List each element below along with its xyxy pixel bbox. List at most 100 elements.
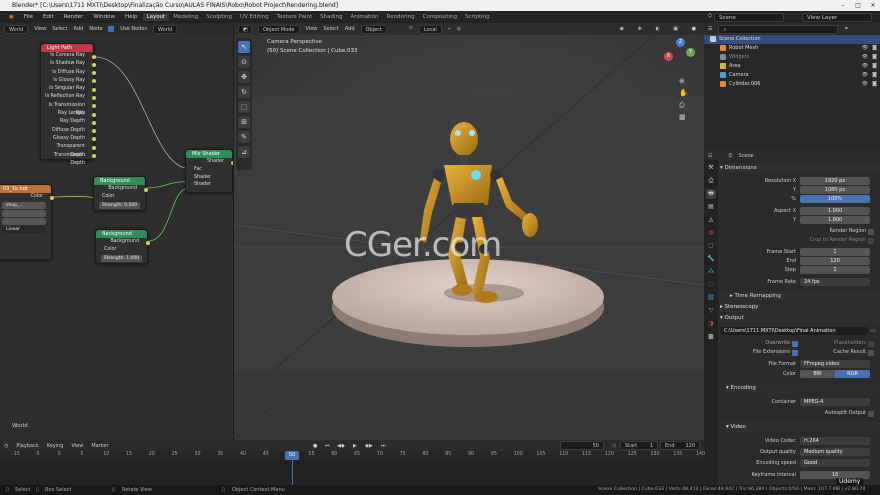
xray-icon[interactable]: ▣ <box>673 26 678 32</box>
encoding-speed-dropdown[interactable]: Good <box>800 459 870 467</box>
outliner-item[interactable]: Camera 👁 ◙ <box>704 71 880 80</box>
view-layer-selector[interactable]: View Layer <box>802 12 872 22</box>
environment-texture-node[interactable]: 03_1k.hdr Color shop_... Linear <box>0 184 54 260</box>
eye-icon[interactable]: 👁 <box>862 44 868 53</box>
filter-icon[interactable]: ⏷ <box>844 26 848 32</box>
color-rgb-button[interactable]: RGB <box>835 370 870 378</box>
eye-icon[interactable]: 👁 <box>862 71 868 80</box>
output-quality-dropdown[interactable]: Medium quality <box>800 448 870 456</box>
render-toggle-icon[interactable]: ◙ <box>872 62 877 71</box>
tab-sculpting[interactable]: Sculpting <box>202 13 236 21</box>
timeline-editor-icon[interactable]: ◷ <box>4 443 8 449</box>
view-layer-tab-icon[interactable]: ▤ <box>706 202 716 212</box>
resolution-pct-field[interactable]: 100% <box>800 195 870 203</box>
next-key-icon[interactable]: ◆▶ <box>365 443 373 449</box>
video-section[interactable]: ▾ Video <box>720 422 880 432</box>
marker-menu[interactable]: Marker <box>91 443 108 449</box>
jump-end-icon[interactable]: ⏭ <box>381 443 386 449</box>
physics-tab-icon[interactable]: ◌ <box>706 280 716 290</box>
aspect-x-field[interactable]: 1.000 <box>800 207 870 215</box>
timeline-track-area[interactable]: -15 -5 0 5 10 15 20 25 30 35 40 45 50 55 60 65 70 75 80 85 9… <box>0 451 705 485</box>
placeholders-checkbox[interactable] <box>868 340 874 347</box>
cache-result-checkbox[interactable] <box>868 349 874 356</box>
viewport-add-menu[interactable]: Add <box>345 26 355 32</box>
node-view-menu[interactable]: View <box>34 26 46 32</box>
outliner-editor-icon[interactable]: ☰ <box>708 26 712 32</box>
eye-icon[interactable]: 👁 <box>862 80 868 89</box>
menu-help[interactable]: Help <box>120 14 143 20</box>
viewport-select-menu[interactable]: Select <box>323 26 338 32</box>
render-toggle-icon[interactable]: ◙ <box>872 53 877 62</box>
3d-viewport[interactable]: Camera Perspective (50) Scene Collection… <box>234 35 704 370</box>
node-select-menu[interactable]: Select <box>52 26 67 32</box>
time-remapping-section[interactable]: ▸ Time Remapping <box>720 291 880 301</box>
menu-file[interactable]: File <box>19 14 38 20</box>
visibility-icon[interactable]: ◉ <box>620 26 624 32</box>
image-name-field[interactable]: shop_... <box>2 202 46 210</box>
aspect-y-field[interactable]: 1.000 <box>800 216 870 224</box>
gizmo-x-axis[interactable]: X <box>664 52 673 61</box>
file-format-dropdown[interactable]: FFmpeg video <box>800 360 870 368</box>
timeline-view-menu[interactable]: View <box>71 443 83 449</box>
editor-type-icon[interactable]: ◩ <box>238 24 252 34</box>
render-tab-icon[interactable]: ⎙ <box>706 176 716 186</box>
move-tool-icon[interactable]: ✥ <box>238 71 250 83</box>
crop-region-checkbox[interactable] <box>868 237 874 244</box>
outliner-item[interactable]: Cylinder.006 👁 ◙ <box>704 80 880 89</box>
outliner-item[interactable]: Robot Mesh 👁 ◙ <box>704 44 880 53</box>
frame-step-field[interactable]: 1 <box>800 266 870 274</box>
outliner-item[interactable]: Area 👁 ◙ <box>704 62 880 71</box>
world-type-dropdown[interactable]: World <box>4 24 29 34</box>
object-mode-dropdown[interactable]: Object Mode <box>258 24 300 34</box>
close-icon[interactable]: ✕ <box>866 0 880 11</box>
material-tab-icon[interactable]: ◑ <box>706 319 716 329</box>
scene-selector[interactable]: Scene <box>714 12 784 22</box>
current-frame-field[interactable]: 50 <box>560 441 604 450</box>
playhead-frame-indicator[interactable]: 50 <box>285 451 299 460</box>
proportional-edit-icon[interactable]: ◎ <box>457 26 461 32</box>
modifier-tab-icon[interactable]: 🔧 <box>706 254 716 264</box>
viewport-object-menu[interactable]: Object <box>360 24 387 34</box>
tab-shading[interactable]: Shading <box>316 13 346 21</box>
rotate-tool-icon[interactable]: ↻ <box>238 86 250 98</box>
blender-logo-icon[interactable]: ◉ <box>4 14 19 20</box>
cursor-tool-icon[interactable]: ⊙ <box>238 56 250 68</box>
record-icon[interactable]: ● <box>313 443 317 449</box>
tab-animation[interactable]: Animation <box>346 13 382 21</box>
outliner-item[interactable]: Widgets 👁 ◙ <box>704 53 880 62</box>
overlay-toggle-icon[interactable]: ◐ <box>656 26 660 32</box>
light-path-node[interactable]: Light Path Is Camera Ray Is Shadow Ray Is … <box>40 43 96 166</box>
transform-tool-icon[interactable]: ⊞ <box>238 116 250 128</box>
tab-modeling[interactable]: Modeling <box>169 13 202 21</box>
output-section[interactable]: ▾ Output <box>720 313 880 323</box>
node-add-menu[interactable]: Add <box>74 26 84 32</box>
particles-tab-icon[interactable]: ⁂ <box>706 267 716 277</box>
playback-menu[interactable]: Playback <box>16 443 38 449</box>
stereoscopy-section[interactable]: ▸ Stereoscopy <box>720 302 880 312</box>
scene-tab-icon[interactable]: ◬ <box>706 215 716 225</box>
color-bw-button[interactable]: BW <box>800 370 835 378</box>
dimensions-section[interactable]: ▾ Dimensions <box>720 163 880 173</box>
tab-scripting[interactable]: Scripting <box>461 13 493 21</box>
mix-shader-node[interactable]: Mix Shader Shader Fac Shader Shader <box>185 149 233 193</box>
image-field-3[interactable] <box>2 218 46 226</box>
menu-window[interactable]: Window <box>88 14 120 20</box>
object-tab-icon[interactable]: ▢ <box>706 241 716 251</box>
outliner-item[interactable]: Scene Collection <box>704 35 880 44</box>
background-node-2[interactable]: Background Background Color Strength: 1.… <box>95 229 150 264</box>
background-1-strength[interactable]: Strength: 0.500 <box>99 202 140 210</box>
render-toggle-icon[interactable]: ◙ <box>872 71 877 80</box>
camera-view-icon[interactable]: ⎙ <box>679 101 685 110</box>
scale-tool-icon[interactable]: ⬚ <box>238 101 250 113</box>
node-node-menu[interactable]: Node <box>89 26 102 32</box>
constraints-tab-icon[interactable]: ⛓ <box>706 293 716 303</box>
data-tab-icon[interactable]: ▽ <box>706 306 716 316</box>
zoom-icon[interactable]: ⊕ <box>679 77 685 85</box>
video-codec-dropdown[interactable]: H.264 <box>800 437 870 445</box>
frame-end-field[interactable]: 120 <box>800 257 870 265</box>
container-dropdown[interactable]: MPEG-4 <box>800 398 870 406</box>
shading-mode-icon[interactable]: ● <box>692 26 696 32</box>
tab-uv-editing[interactable]: UV Editing <box>236 13 273 21</box>
gizmo-z-axis[interactable]: Z <box>676 38 685 47</box>
snap-icon[interactable]: ⌁ <box>448 26 451 32</box>
